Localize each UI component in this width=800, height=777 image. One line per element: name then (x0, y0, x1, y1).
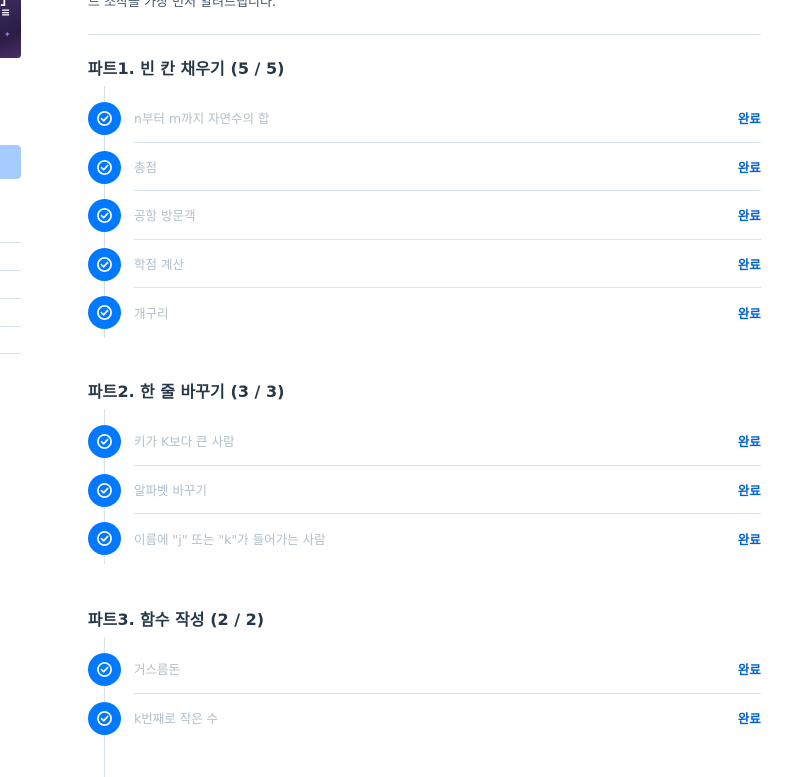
lesson-row[interactable]: 공항 방문객 완료 (134, 191, 761, 240)
lesson-title[interactable]: 키가 K보다 큰 사람 (134, 431, 235, 450)
part-3: 파트3. 함수 작성 (2 / 2) 거스름돈 완료 k번째로 작은 수 완료 (88, 609, 761, 777)
lesson-row[interactable]: 키가 K보다 큰 사람 완료 (134, 417, 761, 466)
lesson-item[interactable]: 공항 방문객 완료 (88, 191, 761, 240)
part-title: 파트1. 빈 칸 채우기 (5 / 5) (88, 59, 285, 78)
lesson-row[interactable]: 총점 완료 (134, 143, 761, 191)
lesson-status: 완료 (737, 111, 761, 127)
check-circle-icon (88, 522, 121, 555)
sidebar-divider (0, 242, 21, 243)
lesson-status: 완료 (737, 256, 761, 272)
lesson-list: n부터 m까지 자연수의 합 완료 총점 완료 공항 방문객 완료 학점 계산 … (88, 86, 761, 338)
lesson-title[interactable]: 알파벳 바꾸기 (134, 480, 207, 499)
sidebar-divider (0, 353, 21, 354)
lesson-status: 완료 (737, 711, 761, 727)
lesson-item[interactable]: 총점 완료 (88, 143, 761, 191)
lesson-row[interactable]: 개구리 완료 (134, 288, 761, 337)
check-circle-icon (88, 150, 121, 184)
lesson-row[interactable]: 학점 계산 완료 (134, 240, 761, 288)
part-2: 파트2. 한 줄 바꾸기 (3 / 3) 키가 K보다 큰 사람 완료 알파벳 … (88, 381, 761, 564)
lesson-row[interactable]: 이름에 "j" 또는 "k"가 들어가는 사람 완료 (134, 514, 761, 563)
check-circle-icon (88, 296, 121, 329)
lesson-title[interactable]: 총점 (134, 157, 157, 176)
sidebar-active-item[interactable] (0, 145, 21, 179)
lesson-item[interactable]: 학점 계산 완료 (88, 240, 761, 288)
lesson-item[interactable]: 이름에 "j" 또는 "k"가 들어가는 사람 완료 (88, 514, 761, 563)
lesson-row[interactable]: 거스름돈 완료 (134, 645, 761, 694)
lesson-status: 완료 (737, 434, 761, 450)
check-circle-icon (88, 425, 121, 458)
lesson-title[interactable]: 이름에 "j" 또는 "k"가 들어가는 사람 (134, 529, 326, 548)
check-circle-icon (88, 701, 121, 735)
lesson-title[interactable]: 거스름돈 (134, 659, 180, 678)
part-title: 파트2. 한 줄 바꾸기 (3 / 3) (88, 382, 285, 401)
course-thumbnail: ┛ ≡ ✦ (0, 0, 21, 58)
star-icon: ✦ (4, 30, 11, 39)
lesson-row[interactable]: 알파벳 바꾸기 완료 (134, 466, 761, 514)
check-circle-icon (88, 653, 121, 686)
lesson-title[interactable]: 학점 계산 (134, 254, 184, 273)
lesson-item[interactable]: n부터 m까지 자연수의 합 완료 (88, 94, 761, 143)
lesson-row[interactable]: k번째로 작은 수 완료 (134, 694, 761, 743)
lesson-item[interactable]: 개구리 완료 (88, 288, 761, 337)
lesson-item[interactable]: 거스름돈 완료 (88, 645, 761, 694)
sidebar-divider (0, 270, 21, 271)
sidebar-divider (0, 326, 21, 327)
lesson-row[interactable]: n부터 m까지 자연수의 합 완료 (134, 94, 761, 143)
lesson-status: 완료 (737, 305, 761, 321)
section-divider (88, 34, 761, 35)
check-circle-icon (88, 473, 121, 507)
part-1: 파트1. 빈 칸 채우기 (5 / 5) n부터 m까지 자연수의 합 완료 총… (88, 58, 761, 338)
lesson-status: 완료 (737, 531, 761, 547)
lesson-title[interactable]: 공항 방문객 (134, 205, 195, 224)
check-circle-icon (88, 199, 121, 232)
check-circle-icon (88, 102, 121, 135)
thumbnail-art: ┛ ≡ (1, 0, 11, 19)
sidebar-divider (0, 298, 21, 299)
lesson-item[interactable]: k번째로 작은 수 완료 (88, 694, 761, 743)
lesson-title[interactable]: k번째로 작은 수 (134, 708, 218, 727)
check-circle-icon (88, 247, 121, 281)
lesson-item[interactable]: 알파벳 바꾸기 완료 (88, 466, 761, 514)
lesson-status: 완료 (737, 208, 761, 224)
lesson-status: 완료 (737, 662, 761, 678)
part-title: 파트3. 함수 작성 (2 / 2) (88, 610, 265, 629)
lesson-status: 완료 (737, 159, 761, 175)
lesson-list: 키가 K보다 큰 사람 완료 알파벳 바꾸기 완료 이름에 "j" 또는 "k"… (88, 409, 761, 564)
lesson-list: 거스름돈 완료 k번째로 작은 수 완료 (88, 637, 761, 777)
lesson-title[interactable]: 개구리 (134, 303, 169, 322)
lesson-item[interactable]: 키가 K보다 큰 사람 완료 (88, 417, 761, 466)
lesson-title[interactable]: n부터 m까지 자연수의 합 (134, 108, 270, 127)
intro-text: 드 조작을 가장 먼저 알려드립니다. (88, 0, 277, 10)
lesson-status: 완료 (737, 482, 761, 498)
